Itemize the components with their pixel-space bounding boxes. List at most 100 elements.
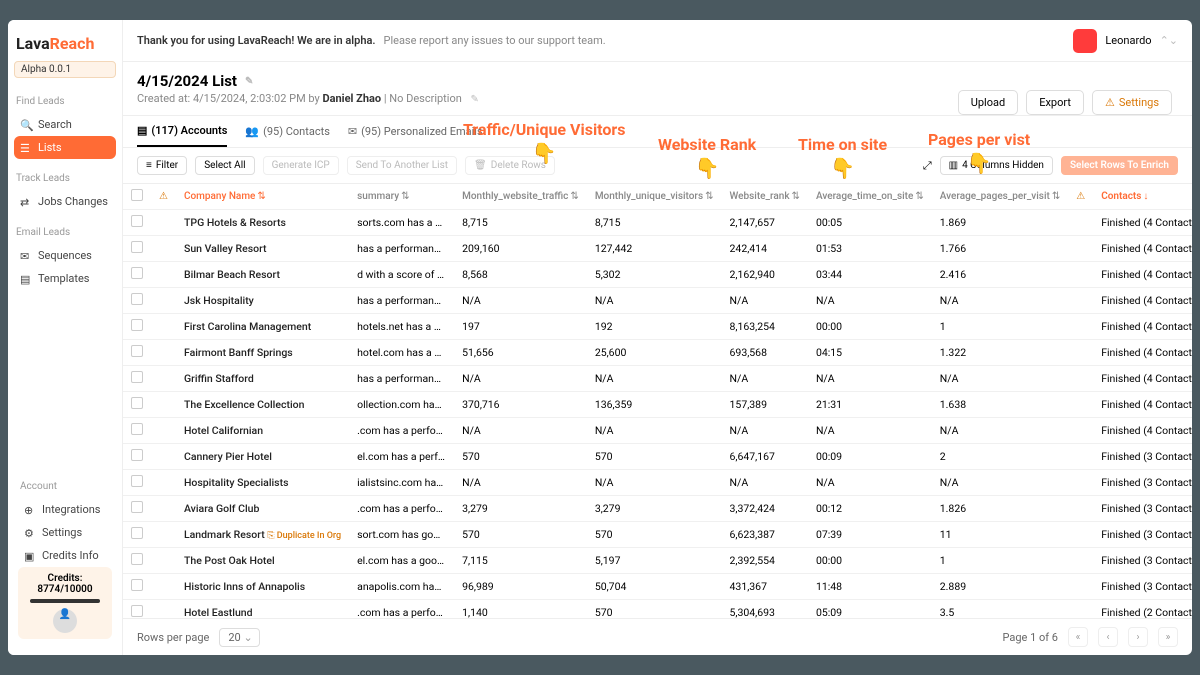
nav-credits-info[interactable]: ▣Credits Info — [18, 544, 112, 567]
table-row[interactable]: Landmark Resort ⎘ Duplicate In Org sort.… — [123, 522, 1192, 548]
send-list-button[interactable]: Send To Another List — [347, 156, 457, 175]
row-checkbox[interactable] — [131, 345, 143, 357]
row-checkbox[interactable] — [131, 527, 143, 539]
tab-contacts[interactable]: 👥(95) Contacts — [245, 116, 330, 147]
table-row[interactable]: Aviara Golf Club .com has a performan...… — [123, 496, 1192, 522]
user-menu[interactable]: Leonardo ⌃⌄ — [1073, 29, 1178, 53]
cell-summary: el.com has a good ove... — [349, 548, 454, 574]
row-checkbox[interactable] — [131, 475, 143, 487]
nav-integrations[interactable]: ⊕Integrations — [18, 498, 112, 521]
row-checkbox[interactable] — [131, 553, 143, 565]
table-row[interactable]: Hotel Eastlund .com has a performanc... … — [123, 600, 1192, 619]
cell-rank: 242,414 — [722, 236, 808, 262]
chevron-updown-icon: ⌃⌄ — [1160, 34, 1178, 47]
row-checkbox[interactable] — [131, 605, 143, 617]
cell-visitors: 192 — [587, 314, 722, 340]
enrich-button[interactable]: Select Rows To Enrich — [1061, 156, 1178, 175]
table-row[interactable]: Historic Inns of Annapolis anapolis.com … — [123, 574, 1192, 600]
prev-page-button[interactable]: ‹ — [1098, 627, 1118, 647]
rows-per-page-select[interactable]: 20⌄ — [219, 628, 259, 647]
cell-company: The Post Oak Hotel — [176, 548, 349, 574]
nav-lists[interactable]: ☰Lists — [14, 136, 116, 159]
col-contacts[interactable]: Contacts ↓ — [1101, 191, 1148, 202]
cell-pages: 1.322 — [932, 340, 1068, 366]
table-row[interactable]: The Post Oak Hotel el.com has a good ove… — [123, 548, 1192, 574]
cell-visitors: 5,302 — [587, 262, 722, 288]
row-checkbox[interactable] — [131, 241, 143, 253]
table-row[interactable]: Fairmont Banff Springs hotel.com has a p… — [123, 340, 1192, 366]
select-all-button[interactable]: Select All — [195, 156, 254, 175]
nav-sequences[interactable]: ✉Sequences — [14, 244, 116, 267]
table-row[interactable]: Griffin Stafford has a performance sc...… — [123, 366, 1192, 392]
cell-traffic: N/A — [454, 366, 587, 392]
cell-contacts: Finished (4 Contacts) — [1093, 210, 1192, 236]
last-page-button[interactable]: » — [1158, 627, 1178, 647]
top-message: Thank you for using LavaReach! We are in… — [137, 34, 376, 47]
avatar[interactable]: 👤 — [53, 609, 77, 633]
row-checkbox[interactable] — [131, 423, 143, 435]
row-checkbox[interactable] — [131, 267, 143, 279]
cell-pages: 1.869 — [932, 210, 1068, 236]
settings-button[interactable]: ⚠Settings — [1092, 90, 1172, 115]
table-row[interactable]: Sun Valley Resort has a performance sco.… — [123, 236, 1192, 262]
row-checkbox[interactable] — [131, 449, 143, 461]
nav-section-track: Track Leads — [14, 169, 116, 188]
row-checkbox[interactable] — [131, 215, 143, 227]
table-row[interactable]: First Carolina Management hotels.net has… — [123, 314, 1192, 340]
col-rank[interactable]: Website_rank ⇅ — [730, 191, 800, 202]
cell-traffic: N/A — [454, 418, 587, 444]
cell-rank: N/A — [722, 418, 808, 444]
upload-button[interactable]: Upload — [958, 90, 1018, 115]
row-checkbox[interactable] — [131, 319, 143, 331]
filter-button[interactable]: ≡Filter — [137, 156, 187, 175]
cell-visitors: N/A — [587, 366, 722, 392]
next-page-button[interactable]: › — [1128, 627, 1148, 647]
nav-jobs[interactable]: ⇄Jobs Changes — [14, 190, 116, 213]
edit-title-icon[interactable]: ✎ — [245, 76, 253, 87]
row-checkbox[interactable] — [131, 371, 143, 383]
col-time[interactable]: Average_time_on_site ⇅ — [816, 191, 924, 202]
row-checkbox[interactable] — [131, 501, 143, 513]
col-company[interactable]: Company Name ⇅ — [184, 191, 266, 202]
first-page-button[interactable]: « — [1068, 627, 1088, 647]
nav-templates[interactable]: ▤Templates — [14, 267, 116, 290]
cell-contacts: Finished (4 Contacts) — [1093, 236, 1192, 262]
cell-summary: has a performance sco... — [349, 288, 454, 314]
table-row[interactable]: Bilmar Beach Resort d with a score of 80… — [123, 262, 1192, 288]
table-row[interactable]: Cannery Pier Hotel el.com has a performa… — [123, 444, 1192, 470]
cell-traffic: 51,656 — [454, 340, 587, 366]
export-button[interactable]: Export — [1026, 90, 1084, 115]
select-all-checkbox[interactable] — [131, 189, 143, 201]
table-row[interactable]: Hotel Californian .com has a performan..… — [123, 418, 1192, 444]
col-traffic[interactable]: Monthly_website_traffic ⇅ — [462, 191, 579, 202]
row-checkbox[interactable] — [131, 579, 143, 591]
edit-desc-icon[interactable]: ✎ — [471, 94, 479, 105]
accounts-icon: ▤ — [137, 124, 147, 137]
cell-pages: N/A — [932, 470, 1068, 496]
col-summary[interactable]: summary ⇅ — [357, 191, 409, 202]
cell-rank: 2,162,940 — [722, 262, 808, 288]
table-row[interactable]: Hospitality Specialists ialistsinc.com h… — [123, 470, 1192, 496]
cell-company: Hospitality Specialists — [176, 470, 349, 496]
cell-contacts: Finished (4 Contacts) — [1093, 418, 1192, 444]
nav-settings[interactable]: ⚙Settings — [18, 521, 112, 544]
row-checkbox[interactable] — [131, 293, 143, 305]
user-logo — [1073, 29, 1097, 53]
annotation-traffic: Traffic/Unique Visitors👇 — [463, 120, 626, 165]
cell-visitors: 570 — [587, 600, 722, 619]
annotation-rank: Website Rank👇 — [658, 135, 756, 180]
row-checkbox[interactable] — [131, 397, 143, 409]
templates-icon: ▤ — [20, 273, 32, 285]
nav-search[interactable]: 🔍Search — [14, 113, 116, 136]
top-subtext: Please report any issues to our support … — [384, 34, 606, 47]
table-row[interactable]: TPG Hotels & Resorts sorts.com has a per… — [123, 210, 1192, 236]
table-row[interactable]: Jsk Hospitality has a performance sco...… — [123, 288, 1192, 314]
annotation-time: Time on site👇 — [798, 135, 887, 180]
cell-summary: has a performance sc... — [349, 366, 454, 392]
table-row[interactable]: The Excellence Collection ollection.com … — [123, 392, 1192, 418]
cell-time: 00:09 — [808, 444, 932, 470]
tab-accounts[interactable]: ▤(117) Accounts — [137, 116, 227, 147]
col-visitors[interactable]: Monthly_unique_visitors ⇅ — [595, 191, 714, 202]
generate-icp-button[interactable]: Generate ICP — [263, 156, 339, 175]
col-pages[interactable]: Average_pages_per_visit ⇅ — [940, 191, 1060, 202]
